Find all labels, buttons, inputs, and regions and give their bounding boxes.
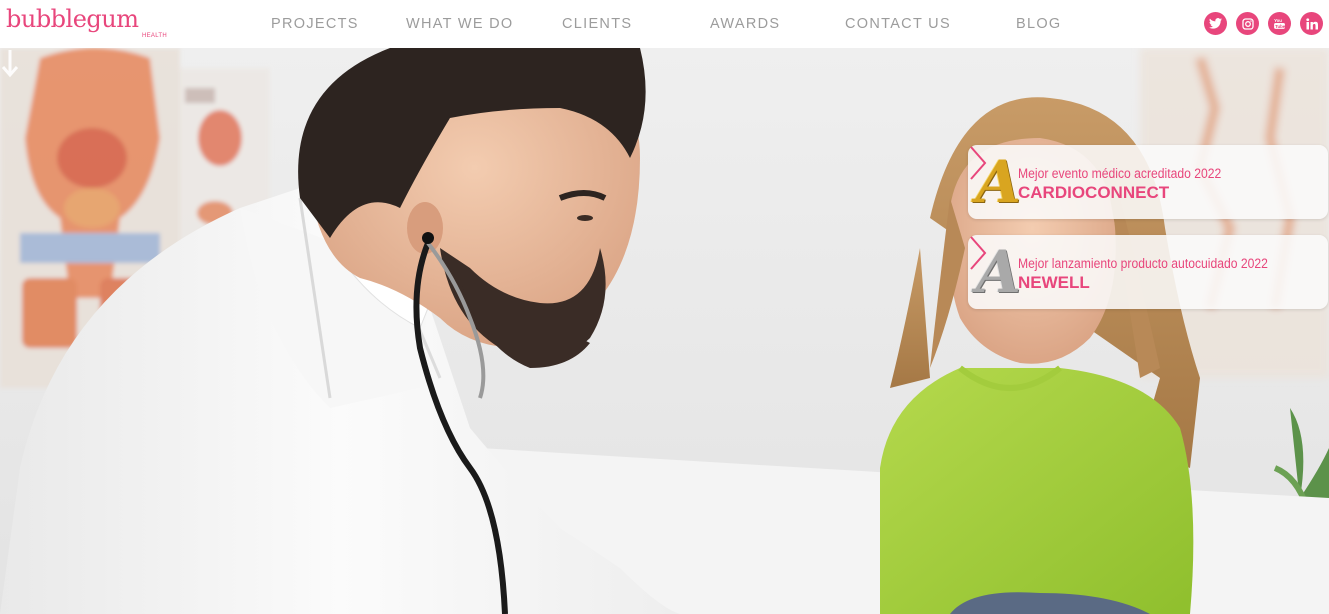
brand-logo[interactable]: bubblegum HEALTH xyxy=(6,4,168,44)
brand-name: bubblegum xyxy=(6,5,139,33)
chevron-right-icon[interactable] xyxy=(968,235,988,271)
nav-clients[interactable]: CLIENTS xyxy=(562,16,632,32)
hero-illustration xyxy=(0,48,1329,614)
youtube-icon[interactable]: You Tube xyxy=(1268,12,1291,35)
arrow-down-icon[interactable] xyxy=(0,48,20,78)
award-card-cardioconnect[interactable]: A Mejor evento médico acreditado 2022 CA… xyxy=(968,145,1328,219)
nav-contact-us[interactable]: CONTACT US xyxy=(845,16,951,32)
award-subtitle: Mejor evento médico acreditado 2022 xyxy=(1018,166,1222,181)
twitter-icon[interactable] xyxy=(1204,12,1227,35)
nav-what-we-do[interactable]: WHAT WE DO xyxy=(406,16,514,32)
award-title: NEWELL xyxy=(1018,273,1090,292)
award-card-newell[interactable]: A Mejor lanzamiento producto autocuidado… xyxy=(968,235,1328,309)
award-title: CARDIOCONNECT xyxy=(1018,183,1170,202)
brand-sub: HEALTH xyxy=(142,33,168,39)
site-header: bubblegum HEALTH PROJECTS WHAT WE DO CLI… xyxy=(0,0,1329,48)
chevron-right-icon[interactable] xyxy=(968,145,988,181)
svg-text:Tube: Tube xyxy=(1275,24,1286,29)
nav-projects[interactable]: PROJECTS xyxy=(271,16,359,32)
svg-text:You: You xyxy=(1274,18,1282,23)
hero-image: A Mejor evento médico acreditado 2022 CA… xyxy=(0,48,1329,614)
instagram-icon[interactable] xyxy=(1236,12,1259,35)
nav-blog[interactable]: BLOG xyxy=(1016,16,1062,32)
award-subtitle: Mejor lanzamiento producto autocuidado 2… xyxy=(1018,256,1268,271)
linkedin-icon[interactable] xyxy=(1300,12,1323,35)
nav-awards[interactable]: AWARDS xyxy=(710,16,780,32)
